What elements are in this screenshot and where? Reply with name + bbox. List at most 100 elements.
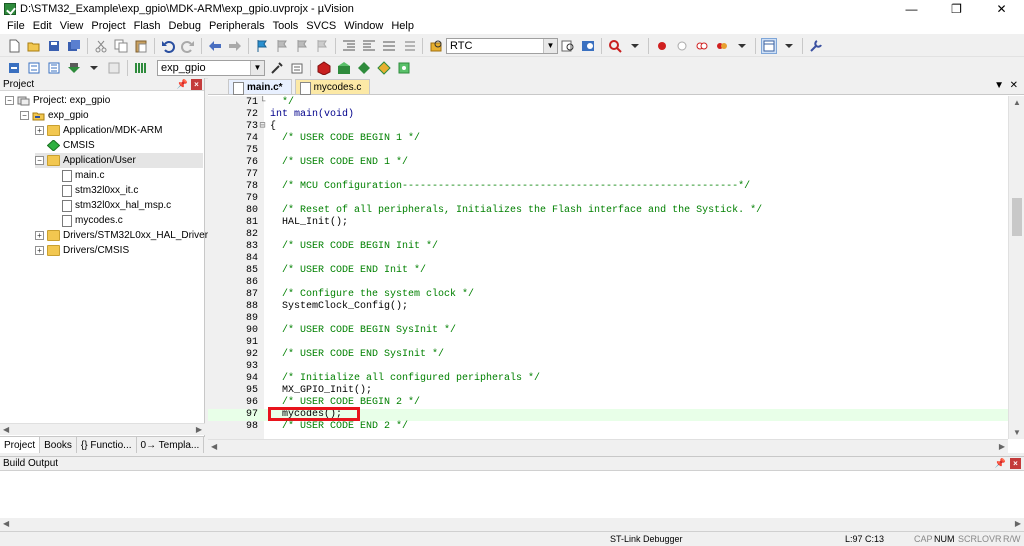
code-line[interactable]: 92 /* USER CODE END SysInit */ [208,349,1008,361]
tree-node-file-mycodes-c[interactable]: mycodes.c [62,213,123,228]
stop-build-icon[interactable] [106,60,122,76]
code-line[interactable]: 86 [208,277,1008,289]
code-line[interactable]: 81 HAL_Init(); [208,217,1008,229]
editor-tab-main-c[interactable]: main.c* [228,79,292,95]
code-text-area[interactable]: 71 └ */72 int main(void) 73 ⊟{74 /* USER COD… [208,96,1008,439]
code-line[interactable]: 74 /* USER CODE BEGIN 1 */ [208,133,1008,145]
debug-session-icon[interactable] [607,38,623,54]
select-packs-icon[interactable] [336,60,352,76]
enable-breakpoint-icon[interactable] [674,38,690,54]
menu-flash[interactable]: Flash [130,18,165,34]
insert-breakpoint-icon[interactable] [654,38,670,54]
debug-dropdown-icon[interactable] [627,38,643,54]
menu-window[interactable]: Window [340,18,387,34]
tree-node-cmsis[interactable]: CMSIS [47,138,95,153]
close-button[interactable]: ✕ [979,0,1024,18]
menu-help[interactable]: Help [387,18,418,34]
tree-node-target[interactable]: − exp_gpio [20,108,89,123]
tab-functions[interactable]: {} Functio... [77,437,137,453]
target-select[interactable]: exp_gpio ▼ [157,59,265,76]
scroll-left-icon[interactable]: ◀ [211,442,217,451]
nav-back-icon[interactable] [207,38,223,54]
find-combo[interactable]: RTC ▼ [446,37,558,54]
project-horizontal-scrollbar[interactable]: ◀ ▶ [0,423,205,435]
chevron-down-icon[interactable]: ▼ [543,38,557,53]
uncomment-icon[interactable] [401,38,417,54]
manage-project-items-icon[interactable] [316,60,332,76]
scroll-right-icon[interactable]: ▶ [196,425,202,434]
code-line[interactable]: 94 /* Initialize all configured peripher… [208,373,1008,385]
menu-view[interactable]: View [56,18,88,34]
collapse-icon[interactable]: − [35,156,44,165]
menu-tools[interactable]: Tools [269,18,303,34]
translate-icon[interactable] [6,60,22,76]
open-folder-icon[interactable] [26,38,42,54]
scroll-up-icon[interactable]: ▲ [1013,98,1021,107]
chevron-down-icon[interactable]: ▼ [250,60,264,75]
code-line[interactable]: 78 /* MCU Configuration-----------------… [208,181,1008,193]
collapse-icon[interactable]: − [5,96,14,105]
unindent-icon[interactable] [361,38,377,54]
save-icon[interactable] [46,38,62,54]
scroll-left-icon[interactable]: ◀ [3,519,9,528]
menu-svcs[interactable]: SVCS [302,18,340,34]
tree-node-group-application-user[interactable]: − Application/User [35,153,203,168]
redo-icon[interactable] [180,38,196,54]
code-line[interactable]: 82 [208,229,1008,241]
tab-project[interactable]: Project [0,437,41,453]
scrollbar-thumb[interactable] [1012,198,1022,236]
expand-icon[interactable]: + [35,126,44,135]
pin-icon[interactable]: 📌 [995,458,1006,469]
scroll-right-icon[interactable]: ▶ [999,442,1005,451]
tree-node-group-hal-driver[interactable]: + Drivers/STM32L0xx_HAL_Driver [35,228,208,243]
minimize-button[interactable]: — [889,0,934,18]
code-line[interactable]: 87 /* Configure the system clock */ [208,289,1008,301]
expand-icon[interactable]: + [35,231,44,240]
file-extensions-icon[interactable] [289,60,305,76]
expand-icon[interactable]: + [35,246,44,255]
menu-project[interactable]: Project [87,18,129,34]
manage-rte-icon[interactable] [376,60,392,76]
scroll-down-icon[interactable]: ▼ [1013,428,1021,437]
code-line[interactable]: 89 [208,313,1008,325]
menu-debug[interactable]: Debug [165,18,205,34]
tree-node-group-mdk-arm[interactable]: + Application/MDK-ARM [35,123,162,138]
code-line[interactable]: 88 SystemClock_Config(); [208,301,1008,313]
code-line[interactable]: 91 [208,337,1008,349]
menu-edit[interactable]: Edit [29,18,56,34]
tree-node-file-hal-msp-c[interactable]: stm32l0xx_hal_msp.c [62,198,171,213]
window-layout-icon[interactable] [761,37,777,54]
editor-horizontal-scrollbar[interactable]: ◀ ▶ [208,439,1008,453]
fold-collapse-icon[interactable]: ⊟ [258,121,267,133]
breakpoint-dropdown-icon[interactable] [734,38,750,54]
disable-breakpoints-icon[interactable] [694,38,710,54]
code-line[interactable]: 90 /* USER CODE BEGIN SysInit */ [208,325,1008,337]
software-components-icon[interactable] [396,60,412,76]
pack-installer-icon[interactable] [356,60,372,76]
find-in-files-icon[interactable] [428,38,444,54]
code-line[interactable]: 80 /* Reset of all peripherals, Initiali… [208,205,1008,217]
code-line[interactable]: 85 /* USER CODE END Init */ [208,265,1008,277]
prev-bookmark-icon[interactable] [274,38,290,54]
code-line[interactable]: 79 [208,193,1008,205]
copy-icon[interactable] [113,38,129,54]
download-load-icon[interactable] [66,60,82,76]
code-line[interactable]: 98 /* USER CODE END 2 */ [208,421,1008,433]
tree-node-file-main-c[interactable]: main.c [62,168,104,183]
code-line[interactable]: 77 [208,169,1008,181]
build-output-scrollbar[interactable]: ◀ ▶ [0,518,1024,530]
maximize-button[interactable]: ❐ [934,0,979,18]
code-line[interactable]: 73 ⊟{ [208,121,1008,133]
collapse-icon[interactable]: − [20,111,29,120]
menu-peripherals[interactable]: Peripherals [205,18,269,34]
kill-breakpoints-icon[interactable] [714,38,730,54]
editor-vertical-scrollbar[interactable]: ▲ ▼ [1008,96,1024,439]
next-bookmark-icon[interactable] [294,38,310,54]
editor-tab-mycodes-c[interactable]: mycodes.c [294,79,371,95]
tab-templates[interactable]: 0→ Templa... [137,437,205,453]
load-dropdown-icon[interactable] [86,60,102,76]
code-line[interactable]: 93 [208,361,1008,373]
tab-books[interactable]: Books [40,437,77,453]
rebuild-icon[interactable] [46,60,62,76]
scroll-left-icon[interactable]: ◀ [3,425,9,434]
